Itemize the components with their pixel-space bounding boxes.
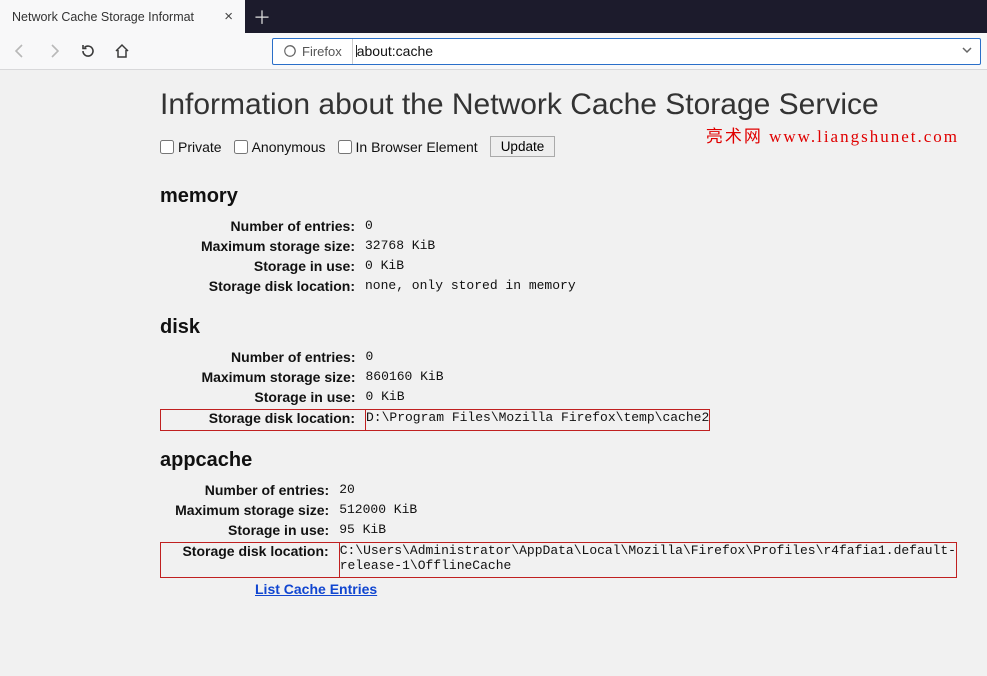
value-diskloc: D:\Program Files\Mozilla Firefox\temp\ca… (366, 410, 710, 431)
browser-tab[interactable]: Network Cache Storage Informat × (0, 0, 245, 33)
list-cache-entries-link[interactable]: List Cache Entries (255, 581, 377, 597)
identity-label: Firefox (302, 44, 342, 59)
tab-title: Network Cache Storage Informat (12, 10, 214, 24)
page-title: Information about the Network Cache Stor… (160, 88, 957, 122)
disk-table: Number of entries:0 Maximum storage size… (160, 349, 710, 431)
chevron-down-icon (961, 44, 973, 56)
back-button[interactable] (6, 37, 34, 65)
value-entries: 0 (365, 218, 576, 238)
value-inuse: 95 KiB (339, 522, 956, 543)
value-diskloc: none, only stored in memory (365, 278, 576, 298)
value-inuse: 0 KiB (365, 258, 576, 278)
table-row: Maximum storage size:860160 KiB (161, 369, 710, 389)
value-maxsize: 512000 KiB (339, 502, 956, 522)
close-tab-icon[interactable]: × (222, 9, 235, 24)
section-heading-disk: disk (160, 316, 957, 339)
toolbar: Firefox about:cache (0, 33, 987, 70)
table-row: Number of entries:0 (160, 218, 576, 238)
anonymous-checkbox[interactable] (234, 140, 248, 154)
label-diskloc: Storage disk location: (160, 278, 365, 298)
table-row: Number of entries:20 (161, 482, 957, 502)
value-maxsize: 860160 KiB (366, 369, 710, 389)
value-diskloc: C:\Users\Administrator\AppData\Local\Moz… (339, 543, 956, 578)
table-row: Storage in use:0 KiB (160, 258, 576, 278)
value-inuse: 0 KiB (366, 389, 710, 410)
table-row: Number of entries:0 (161, 349, 710, 369)
inbrowser-checkbox[interactable] (338, 140, 352, 154)
label-diskloc: Storage disk location: (161, 543, 340, 578)
url-text: about:cache (357, 43, 433, 59)
home-button[interactable] (108, 37, 136, 65)
anonymous-checkbox-label[interactable]: Anonymous (234, 139, 326, 155)
home-icon (114, 43, 130, 59)
table-row: Maximum storage size:512000 KiB (161, 502, 957, 522)
firefox-icon (283, 44, 297, 58)
table-row: Storage disk location:none, only stored … (160, 278, 576, 298)
new-tab-button[interactable]: ＋ (245, 0, 279, 33)
label-maxsize: Maximum storage size: (160, 238, 365, 258)
label-maxsize: Maximum storage size: (161, 502, 340, 522)
label-inuse: Storage in use: (161, 522, 340, 543)
reload-button[interactable] (74, 37, 102, 65)
arrow-right-icon (46, 43, 62, 59)
table-row: Storage in use:95 KiB (161, 522, 957, 543)
private-checkbox[interactable] (160, 140, 174, 154)
label-diskloc: Storage disk location: (161, 410, 366, 431)
table-row: Storage disk location:D:\Program Files\M… (161, 410, 710, 431)
label-inuse: Storage in use: (161, 389, 366, 410)
url-input[interactable]: about:cache (353, 43, 954, 59)
list-cache-wrap: List Cache Entries (255, 581, 957, 597)
page-content: Information about the Network Cache Stor… (0, 70, 987, 607)
url-bar[interactable]: Firefox about:cache (272, 38, 981, 65)
private-checkbox-label[interactable]: Private (160, 139, 222, 155)
inbrowser-checkbox-label[interactable]: In Browser Element (338, 139, 478, 155)
label-entries: Number of entries: (161, 349, 366, 369)
url-dropdown[interactable] (954, 44, 980, 59)
table-row: Maximum storage size:32768 KiB (160, 238, 576, 258)
value-entries: 20 (339, 482, 956, 502)
table-row: Storage in use:0 KiB (161, 389, 710, 410)
tab-strip: Network Cache Storage Informat × ＋ (0, 0, 987, 33)
section-heading-appcache: appcache (160, 449, 957, 472)
label-entries: Number of entries: (161, 482, 340, 502)
section-heading-memory: memory (160, 185, 957, 208)
table-row: Storage disk location:C:\Users\Administr… (161, 543, 957, 578)
reload-icon (80, 43, 96, 59)
identity-box[interactable]: Firefox (273, 39, 353, 64)
watermark: 亮术网 www.liangshunet.com (706, 122, 959, 147)
value-entries: 0 (366, 349, 710, 369)
memory-table: Number of entries:0 Maximum storage size… (160, 218, 576, 298)
update-button[interactable]: Update (490, 136, 556, 157)
label-entries: Number of entries: (160, 218, 365, 238)
appcache-table: Number of entries:20 Maximum storage siz… (160, 482, 957, 578)
label-maxsize: Maximum storage size: (161, 369, 366, 389)
forward-button[interactable] (40, 37, 68, 65)
label-inuse: Storage in use: (160, 258, 365, 278)
arrow-left-icon (12, 43, 28, 59)
value-maxsize: 32768 KiB (365, 238, 576, 258)
